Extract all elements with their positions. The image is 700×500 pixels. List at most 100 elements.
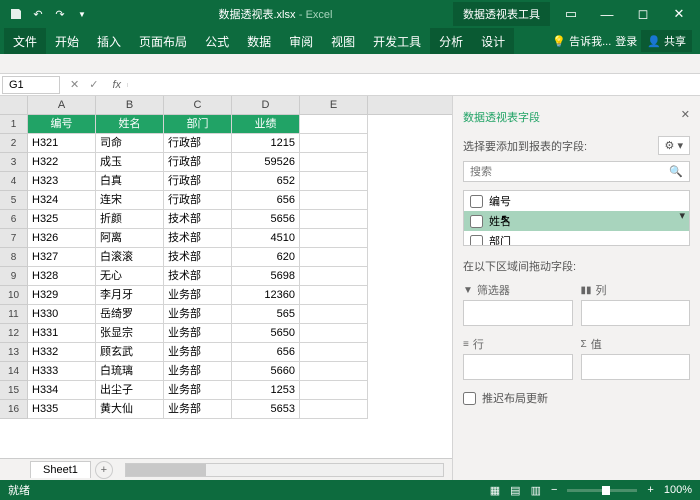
cell[interactable]: 业务部 bbox=[164, 324, 232, 343]
minimize-icon[interactable]: — bbox=[590, 4, 624, 24]
cell[interactable]: 无心 bbox=[96, 267, 164, 286]
cell[interactable]: 黄大仙 bbox=[96, 400, 164, 419]
cell[interactable]: 出尘子 bbox=[96, 381, 164, 400]
cell[interactable]: 张显宗 bbox=[96, 324, 164, 343]
cell[interactable] bbox=[300, 134, 368, 153]
col-header[interactable]: E bbox=[300, 96, 368, 114]
field-item[interactable]: 姓名 bbox=[464, 211, 689, 231]
cell[interactable] bbox=[300, 324, 368, 343]
sheet-tab[interactable]: Sheet1 bbox=[30, 461, 91, 478]
cell[interactable] bbox=[300, 267, 368, 286]
cell[interactable]: 阿离 bbox=[96, 229, 164, 248]
cell[interactable]: H321 bbox=[28, 134, 96, 153]
tab-developer[interactable]: 开发工具 bbox=[364, 28, 430, 55]
cell[interactable]: H322 bbox=[28, 153, 96, 172]
cell[interactable]: 行政部 bbox=[164, 172, 232, 191]
view-break-icon[interactable]: ▥ bbox=[531, 484, 541, 497]
cell[interactable]: 岳绮罗 bbox=[96, 305, 164, 324]
cell[interactable] bbox=[300, 400, 368, 419]
cell[interactable]: H328 bbox=[28, 267, 96, 286]
cell[interactable]: H329 bbox=[28, 286, 96, 305]
fx-icon[interactable]: fx bbox=[106, 79, 127, 91]
cell[interactable]: 技术部 bbox=[164, 210, 232, 229]
cell[interactable] bbox=[300, 381, 368, 400]
rows-drop[interactable] bbox=[463, 354, 573, 380]
cell[interactable]: H323 bbox=[28, 172, 96, 191]
cell[interactable]: 12360 bbox=[232, 286, 300, 305]
cell[interactable]: 业务部 bbox=[164, 362, 232, 381]
cell[interactable]: 李月牙 bbox=[96, 286, 164, 305]
cell[interactable] bbox=[300, 286, 368, 305]
horizontal-scrollbar[interactable] bbox=[125, 463, 444, 477]
values-drop[interactable] bbox=[581, 354, 691, 380]
gear-icon[interactable]: ⚙ ▾ bbox=[658, 136, 690, 155]
row-header[interactable]: 2 bbox=[0, 134, 28, 153]
defer-checkbox[interactable] bbox=[463, 392, 476, 405]
maximize-icon[interactable]: ◻ bbox=[626, 4, 660, 24]
cell[interactable]: 5653 bbox=[232, 400, 300, 419]
cell[interactable]: 业务部 bbox=[164, 305, 232, 324]
accept-formula-icon[interactable]: ✓ bbox=[85, 78, 102, 91]
cell[interactable] bbox=[300, 153, 368, 172]
formula-input[interactable] bbox=[127, 83, 700, 87]
zoom-out-icon[interactable]: − bbox=[551, 484, 557, 496]
cell[interactable]: H325 bbox=[28, 210, 96, 229]
tab-design[interactable]: 设计 bbox=[472, 28, 514, 55]
cell[interactable]: 1215 bbox=[232, 134, 300, 153]
cell[interactable]: 连宋 bbox=[96, 191, 164, 210]
table-header-cell[interactable]: 编号 bbox=[28, 115, 96, 134]
cell[interactable]: 5660 bbox=[232, 362, 300, 381]
cell[interactable]: 5698 bbox=[232, 267, 300, 286]
cell[interactable]: H333 bbox=[28, 362, 96, 381]
cell[interactable]: 司命 bbox=[96, 134, 164, 153]
cell[interactable] bbox=[300, 305, 368, 324]
tab-data[interactable]: 数据 bbox=[238, 28, 280, 55]
cell[interactable]: 技术部 bbox=[164, 248, 232, 267]
ribbon-options-icon[interactable]: ▭ bbox=[554, 4, 588, 24]
row-header[interactable]: 7 bbox=[0, 229, 28, 248]
cell[interactable]: 业务部 bbox=[164, 381, 232, 400]
row-header[interactable]: 10 bbox=[0, 286, 28, 305]
zoom-in-icon[interactable]: + bbox=[647, 484, 653, 496]
row-header[interactable]: 14 bbox=[0, 362, 28, 381]
add-sheet-icon[interactable]: + bbox=[95, 461, 113, 479]
cell[interactable] bbox=[300, 172, 368, 191]
select-all-corner[interactable] bbox=[0, 96, 28, 114]
col-header[interactable]: D bbox=[232, 96, 300, 114]
cell[interactable]: H330 bbox=[28, 305, 96, 324]
tab-file[interactable]: 文件 bbox=[4, 28, 46, 55]
table-header-cell[interactable]: 部门 bbox=[164, 115, 232, 134]
row-header[interactable]: 1 bbox=[0, 115, 28, 134]
tab-home[interactable]: 开始 bbox=[46, 28, 88, 55]
cell[interactable]: 656 bbox=[232, 343, 300, 362]
row-header[interactable]: 5 bbox=[0, 191, 28, 210]
col-header[interactable]: C bbox=[164, 96, 232, 114]
cell[interactable] bbox=[300, 343, 368, 362]
share-button[interactable]: 👤 共享 bbox=[641, 30, 692, 52]
cell[interactable]: 行政部 bbox=[164, 153, 232, 172]
row-header[interactable]: 15 bbox=[0, 381, 28, 400]
chevron-down-icon[interactable]: ▾ bbox=[679, 209, 685, 222]
cell[interactable]: 折颜 bbox=[96, 210, 164, 229]
name-box[interactable]: G1 bbox=[2, 76, 60, 94]
cell[interactable]: H335 bbox=[28, 400, 96, 419]
row-header[interactable]: 16 bbox=[0, 400, 28, 419]
row-header[interactable]: 4 bbox=[0, 172, 28, 191]
columns-drop[interactable] bbox=[581, 300, 691, 326]
cell[interactable]: 业务部 bbox=[164, 286, 232, 305]
cell[interactable] bbox=[300, 362, 368, 381]
cell[interactable]: 技术部 bbox=[164, 267, 232, 286]
row-header[interactable]: 6 bbox=[0, 210, 28, 229]
row-header[interactable]: 13 bbox=[0, 343, 28, 362]
cell[interactable] bbox=[300, 115, 368, 134]
zoom-slider[interactable] bbox=[567, 489, 637, 492]
cell[interactable]: H326 bbox=[28, 229, 96, 248]
col-header[interactable]: B bbox=[96, 96, 164, 114]
cell[interactable]: 652 bbox=[232, 172, 300, 191]
cell[interactable]: 5650 bbox=[232, 324, 300, 343]
cell[interactable]: 565 bbox=[232, 305, 300, 324]
field-list[interactable]: 编号 姓名 部门 ↖ ▾ bbox=[463, 190, 690, 246]
col-header[interactable]: A bbox=[28, 96, 96, 114]
field-item[interactable]: 编号 bbox=[464, 191, 689, 211]
cell[interactable]: 顾玄武 bbox=[96, 343, 164, 362]
